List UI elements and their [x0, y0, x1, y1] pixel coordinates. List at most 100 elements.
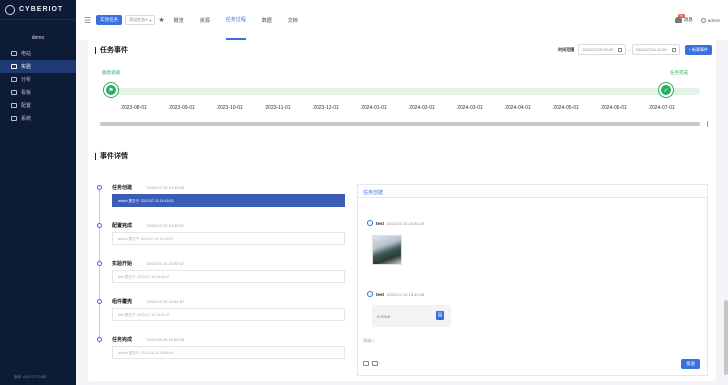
avatar	[367, 291, 373, 297]
user-icon	[700, 17, 706, 23]
calendar-icon	[671, 47, 676, 52]
range-separator: -	[628, 47, 630, 52]
sidebar-item-config[interactable]: 配置	[0, 99, 76, 112]
timeline-date: 2024-04-01	[505, 105, 531, 111]
timeline-date: 2024-02-01	[409, 105, 435, 111]
logo-text: CYBERIOT	[19, 6, 64, 13]
event-note[interactable]: test 提交于: 2023-07-10 15:31:07	[112, 308, 345, 321]
task-select[interactable]: 测试任务3 ▾	[125, 15, 156, 25]
time-filter: 时间范围 2023/07/10 00:00 - 2024/07/24 11:00…	[558, 44, 712, 55]
timeline-date: 2023-11-01	[265, 105, 291, 111]
start-time-input[interactable]: 2023/07/10 00:00	[578, 44, 627, 55]
task-events-card: 任务事件 时间范围 2023/07/10 00:00 - 2024/07/24 …	[88, 40, 716, 146]
logo-icon	[5, 4, 15, 15]
timeline-scrollbar[interactable]	[100, 122, 700, 126]
message-user: test	[376, 220, 385, 226]
message-time: 2023-07-10 15:31:20	[387, 220, 425, 226]
header: ☰ 实验任务 测试任务3 ▾ ★ 概览 资源 任务过程 数据 文档 99 消息 …	[76, 0, 728, 40]
sidebar-item-label: 实验	[21, 64, 32, 70]
chevron-down-icon: ▾	[149, 17, 152, 23]
event-dot	[97, 337, 102, 342]
dashboard-icon	[11, 90, 17, 95]
tab-docs[interactable]: 文档	[288, 0, 298, 40]
timeline-date: 2024-07-01	[649, 105, 675, 111]
new-event-button[interactable]: + 新建事件	[684, 44, 712, 55]
sidebar-item-analysis[interactable]: 分析	[0, 73, 76, 86]
timeline-date: 2023-09-01	[169, 105, 195, 111]
sidebar-item-label: 电站	[21, 51, 32, 57]
event-note[interactable]: admin 提交于: 2024-06-25 15:55:44	[112, 346, 345, 359]
message-input[interactable]: 请输入	[363, 338, 375, 344]
event-time: 2023-07-10 15:30:47	[147, 261, 185, 266]
messages-button[interactable]: 99 消息	[674, 14, 693, 23]
event-details-title: 事件详情	[95, 153, 128, 160]
timeline-scrollbar-end	[707, 121, 708, 127]
system-icon	[11, 116, 17, 121]
experiment-icon	[11, 64, 17, 69]
config-icon	[11, 103, 17, 108]
experiment-task-button[interactable]: 实验任务	[96, 15, 123, 25]
tab-resources[interactable]: 资源	[200, 0, 210, 40]
message-time: 2023-07-10 15:42:45	[387, 291, 425, 297]
tab-task-process[interactable]: 任务过程	[225, 0, 246, 40]
timeline-date: 2024-05-01	[553, 105, 579, 111]
menu-icon[interactable]: ☰	[84, 16, 91, 25]
event-title: 组件覆壳	[112, 299, 133, 305]
sidebar-item-label: 系统	[21, 116, 32, 122]
timeline-date: 2023-10-01	[217, 105, 243, 111]
station-icon	[11, 51, 17, 56]
event-time: 2023-07-10 14:15:03	[147, 185, 185, 190]
sidebar-item-experiment[interactable]: 实验	[0, 60, 76, 73]
end-time-input[interactable]: 2024/07/24 11:00	[631, 44, 680, 55]
star-icon[interactable]: ★	[158, 16, 164, 24]
timeline-start-node[interactable]: ⚑	[104, 83, 118, 97]
tab-overview[interactable]: 概览	[174, 0, 184, 40]
tab-data[interactable]: 数据	[262, 0, 272, 40]
event-dot	[97, 261, 102, 266]
messages-label: 消息	[683, 17, 693, 22]
page-scrollbar[interactable]	[724, 300, 728, 375]
task-events-title: 任务事件	[95, 47, 128, 54]
timeline-date: 2024-01-01	[361, 105, 387, 111]
file-icon: ▤	[436, 311, 444, 320]
event-title: 实验开始	[112, 261, 133, 267]
time-range-label: 时间范围	[558, 46, 575, 52]
avatar	[367, 220, 373, 226]
event-note[interactable]: admin 提交于: 2023-07-10 14:15:03	[112, 194, 345, 207]
timeline-start-label: 随意调速	[102, 70, 120, 75]
event-dot	[97, 223, 102, 228]
timeline-end-node[interactable]: ✓	[659, 83, 673, 97]
user-menu[interactable]: admin	[700, 17, 720, 23]
input-toolbar	[363, 361, 378, 366]
bell-icon: 99	[674, 14, 685, 23]
sidebar-item-system[interactable]: 系统	[0, 112, 76, 125]
message-photo[interactable]	[372, 235, 402, 265]
event-dot	[97, 185, 102, 190]
file-attachment[interactable]: 0.00KB ▤	[372, 305, 451, 327]
event-time: 2023-07-10 15:31:07	[147, 299, 185, 304]
calendar-icon	[618, 47, 623, 52]
event-time: 2023-07-10 14:15:07	[147, 223, 185, 228]
message-user: test	[376, 291, 385, 297]
check-icon: ✓	[663, 87, 669, 94]
message-item: test 2023-07-10 15:31:20	[367, 220, 424, 226]
folder-icon[interactable]	[363, 361, 369, 366]
file-size: 0.00KB	[377, 314, 391, 319]
send-button[interactable]: 发送	[681, 359, 700, 369]
event-list: 任务创建 2023-07-10 14:15:03 admin 提交于: 2023…	[97, 184, 347, 374]
image-icon[interactable]	[372, 361, 378, 366]
message-count-badge: 99	[677, 14, 685, 18]
analysis-icon	[11, 77, 17, 82]
flag-icon: ⚑	[108, 87, 114, 94]
project-name[interactable]: demo	[0, 35, 76, 47]
event-note[interactable]: admin 提交于: 2023-07-10 14:15:07	[112, 232, 345, 245]
task-select-value: 测试任务3	[129, 17, 148, 22]
event-note[interactable]: test 提交于: 2023-07-10 15:30:47	[112, 270, 345, 283]
sidebar-item-label: 配置	[21, 103, 32, 109]
username: admin	[707, 17, 720, 23]
timeline-date: 2023-12-01	[313, 105, 339, 111]
version-text: 版本: v25.0727.0130	[14, 375, 47, 379]
sidebar-item-dashboard[interactable]: 看板	[0, 86, 76, 99]
sidebar-item-station[interactable]: 电站	[0, 47, 76, 60]
logo[interactable]: CYBERIOT	[0, 0, 76, 20]
